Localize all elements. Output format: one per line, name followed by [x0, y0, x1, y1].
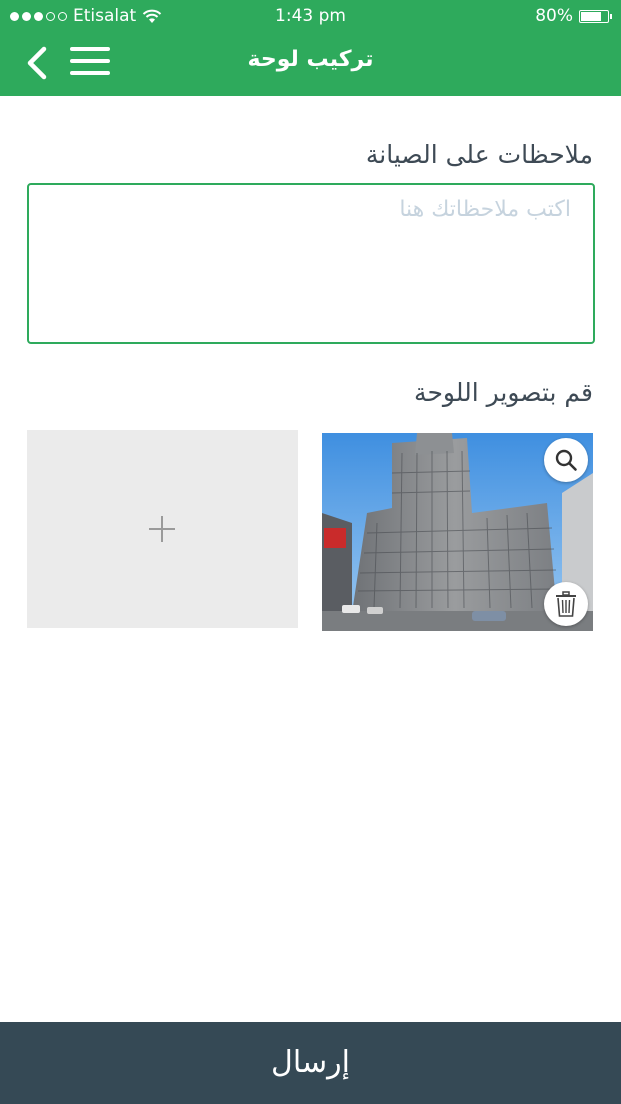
app-header: Etisalat 1:43 pm 80% تركيب لوحة — [0, 0, 621, 96]
photo-section-label: قم بتصوير اللوحة — [414, 378, 593, 407]
clock: 1:43 pm — [275, 6, 346, 26]
battery-icon — [579, 9, 612, 23]
page-title: تركيب لوحة — [247, 47, 374, 72]
notes-label: ملاحظات على الصيانة — [365, 140, 593, 169]
add-photo-button[interactable] — [27, 430, 298, 628]
status-bar: Etisalat 1:43 pm 80% — [0, 0, 621, 32]
delete-photo-button[interactable] — [544, 582, 588, 626]
search-icon — [555, 449, 577, 471]
battery-status: 80% — [535, 6, 612, 26]
trash-icon — [556, 591, 576, 617]
photo-thumbnail[interactable] — [322, 433, 593, 631]
submit-button[interactable]: إرسال — [0, 1022, 621, 1104]
zoom-photo-button[interactable] — [544, 438, 588, 482]
notes-input[interactable] — [27, 183, 595, 344]
battery-percent: 80% — [535, 6, 573, 26]
